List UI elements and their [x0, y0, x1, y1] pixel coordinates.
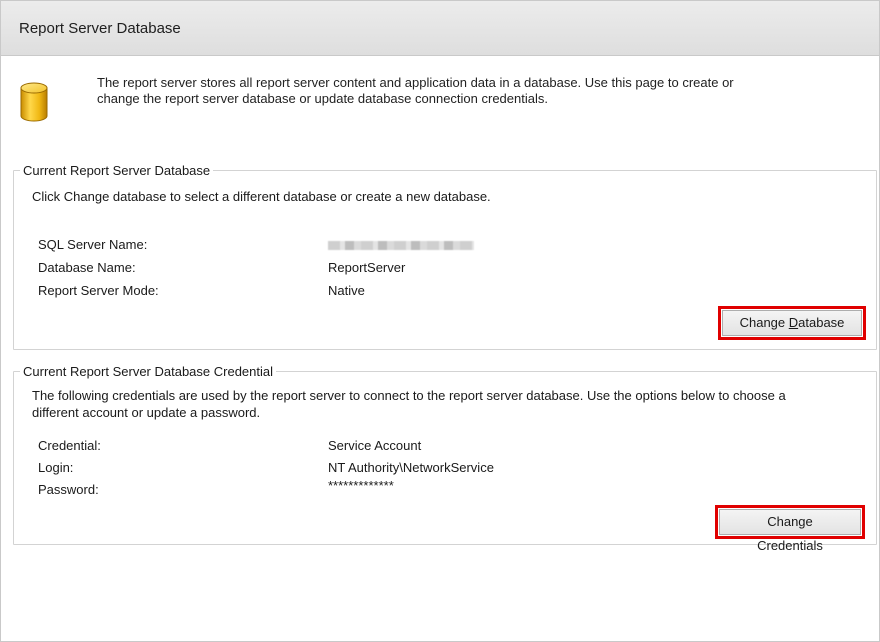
credentials-group: Current Report Server Database Credentia…	[13, 363, 877, 553]
password-label: Password:	[38, 482, 99, 497]
login-label: Login:	[38, 460, 74, 475]
report-server-mode-row: Report Server Mode: Native	[38, 280, 838, 302]
sql-server-name-row: SQL Server Name:	[38, 234, 838, 256]
change-credentials-button-text-prefix: Chan	[767, 514, 799, 529]
credentials-description: The following credentials are used by th…	[32, 387, 866, 421]
database-name-row: Database Name: ReportServer	[38, 257, 838, 279]
intro-text-line-1: The report server stores all report serv…	[97, 75, 734, 90]
credentials-legend: Current Report Server Database Credentia…	[20, 363, 277, 380]
current-database-legend: Current Report Server Database	[20, 162, 214, 179]
change-credentials-highlight: Change Credentials	[715, 505, 865, 553]
database-name-value: ReportServer	[328, 260, 406, 275]
credentials-description-line-1: The following credentials are used by th…	[32, 388, 786, 403]
change-database-highlight: Change Database	[718, 306, 866, 340]
credentials-description-line-2: different account or update a password.	[32, 405, 261, 420]
change-database-button[interactable]: Change Database	[722, 310, 862, 336]
intro-text: The report server stores all report serv…	[97, 75, 734, 107]
current-database-description: Click Change database to select a differ…	[32, 189, 491, 204]
login-row: Login: NT Authority\NetworkService	[38, 457, 838, 479]
report-server-database-page: Report Server Database The report server…	[0, 0, 880, 642]
credential-row: Credential: Service Account	[38, 435, 838, 457]
intro-section: The report server stores all report serv…	[19, 75, 859, 123]
password-row: Password: *************	[38, 478, 838, 501]
current-database-group: Current Report Server Database Click Cha…	[13, 162, 877, 350]
credential-value: Service Account	[328, 438, 422, 453]
report-server-mode-value: Native	[328, 283, 365, 298]
page-title: Report Server Database	[19, 19, 181, 37]
change-credentials-button-mnemonic: g	[798, 514, 806, 529]
report-server-mode-label: Report Server Mode:	[38, 283, 159, 298]
database-name-label: Database Name:	[38, 260, 136, 275]
change-credentials-button[interactable]: Change Credentials	[719, 509, 861, 553]
intro-text-line-2: change the report server database or upd…	[97, 91, 548, 106]
password-value: *************	[328, 478, 394, 493]
change-database-button-text-prefix: Change	[739, 315, 789, 330]
change-database-button-text-suffix: atabase	[798, 315, 845, 330]
page-header: Report Server Database	[1, 1, 879, 56]
sql-server-name-value-redacted	[328, 241, 474, 250]
sql-server-name-label: SQL Server Name:	[38, 237, 148, 252]
change-database-button-mnemonic: D	[788, 315, 799, 330]
database-icon	[20, 82, 48, 122]
credential-label: Credential:	[38, 438, 101, 453]
